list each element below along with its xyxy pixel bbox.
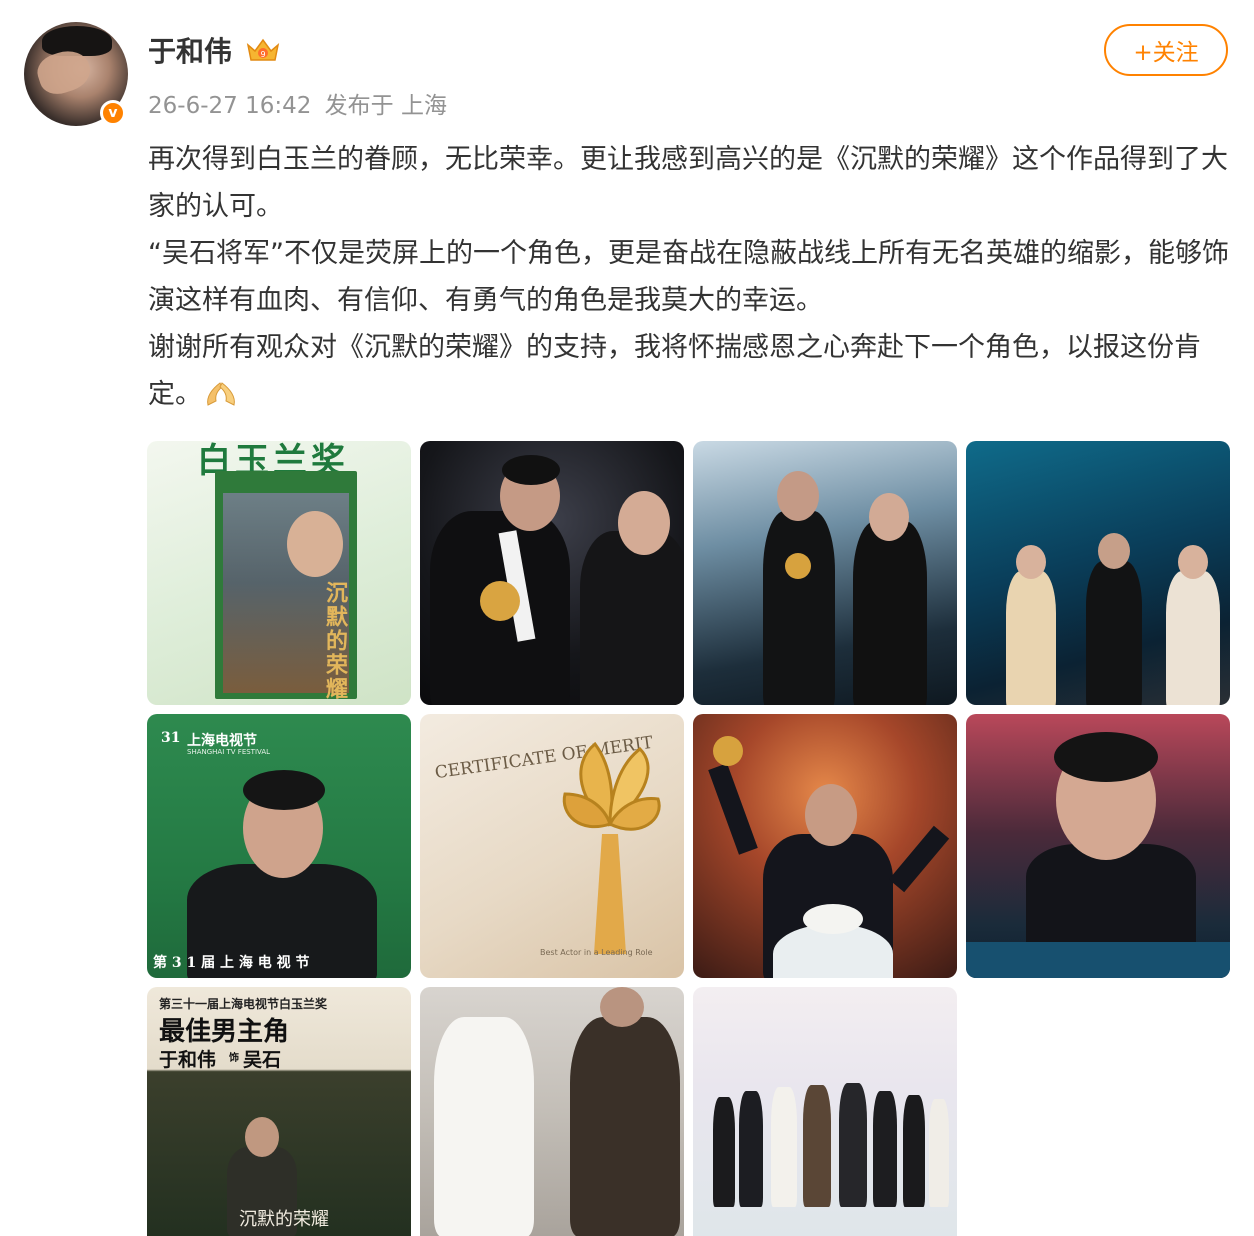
photo-2-woman-head: [618, 491, 670, 555]
photo-7-flowers: [803, 904, 863, 934]
photo-5-festival-en: SHANGHAI TV FESTIVAL: [187, 748, 271, 756]
photo-6-certificate[interactable]: CERTIFICATE OF MERIT Best Actor in a Lea…: [420, 714, 684, 978]
photo-7-trophy: [713, 736, 743, 766]
photo-3-man-head: [777, 471, 819, 521]
photo-3-man: [763, 511, 835, 705]
photo-4-stage-hosts[interactable]: [966, 441, 1230, 705]
photo-11-person-2: [739, 1091, 763, 1207]
photo-5-portrait[interactable]: 31 上海电视节 SHANGHAI TV FESTIVAL 第 3 1 届 上 …: [147, 714, 411, 978]
photo-9-title: 最佳男主角: [159, 1017, 290, 1047]
photo-11-person-7: [903, 1095, 925, 1207]
photo-3-trophy: [785, 553, 811, 579]
photo-5-hair: [243, 770, 325, 810]
photo-4-host-right: [1166, 571, 1220, 705]
photo-2-man-hair: [502, 455, 560, 485]
photo-11-person-4: [803, 1085, 831, 1207]
photo-10-walking[interactable]: [420, 987, 684, 1236]
photo-11-group[interactable]: [693, 987, 957, 1236]
photo-11-person-6: [873, 1091, 897, 1207]
post-meta: 26-6-27 16:42 发布于 上海: [148, 86, 453, 120]
post-paragraph-3-text: 谢谢所有观众对《沉默的荣耀》的支持，我将怀揣感恩之心奔赴下一个角色，以报这份肯定…: [148, 332, 1201, 410]
post-body: 再次得到白玉兰的眷顾，无比荣幸。更让我感到高兴的是《沉默的荣耀》这个作品得到了大…: [148, 136, 1238, 418]
photo-9-role: 吴石: [243, 1049, 282, 1071]
photo-11-person-1: [713, 1097, 735, 1207]
photo-2-woman: [580, 531, 684, 705]
photo-6-award-en: Best Actor in a Leading Role: [540, 948, 653, 957]
photo-9-face: [245, 1117, 279, 1157]
photo-3-woman: [853, 521, 927, 705]
post-paragraph-3: 谢谢所有观众对《沉默的荣耀》的支持，我将怀揣感恩之心奔赴下一个角色，以报这份肯定…: [148, 324, 1238, 418]
photo-7-right-arm: [888, 825, 950, 893]
post-location: 发布于 上海: [324, 93, 447, 119]
praying-hands-emoji-icon: [207, 382, 235, 406]
photo-11-person-5: [839, 1083, 867, 1207]
photo-8-body: [1026, 844, 1196, 954]
photo-1-poster[interactable]: 白玉兰奖 沉默的荣耀: [147, 441, 411, 705]
photo-7-face: [805, 784, 857, 846]
magnolia-trophy-icon: [562, 741, 661, 954]
photo-5-festival-name: 上海电视节: [187, 733, 257, 749]
avatar-hair: [42, 26, 112, 56]
photo-9-subtitle: 第三十一届上海电视节白玉兰奖: [159, 997, 328, 1011]
svg-text:9: 9: [260, 50, 265, 59]
photo-10-woman-white-suit: [434, 1017, 534, 1236]
follow-button[interactable]: +关注: [1104, 24, 1228, 76]
photo-9-drama: 沉默的荣耀: [239, 1209, 329, 1230]
photo-10-man-brown-suit: [570, 1017, 680, 1236]
photo-8-hair: [1054, 732, 1158, 782]
photo-4-host-left: [1006, 571, 1056, 705]
photo-4-man-head: [1098, 533, 1130, 569]
image-grid: 白玉兰奖 沉默的荣耀 31 上海电视节 SHANGHAI TV FESTIVAL: [147, 441, 1231, 1236]
post-paragraph-2: “吴石将军”不仅是荧屏上的一个角色，更是奋战在隐蔽战线上所有无名英雄的缩影，能够…: [148, 238, 1229, 316]
photo-2-stage-hug[interactable]: [420, 441, 684, 705]
author-name[interactable]: 于和伟: [148, 30, 232, 70]
verified-badge-icon: v: [100, 100, 126, 126]
poster-face: [287, 511, 343, 577]
photo-11-person-8: [929, 1099, 949, 1207]
poster-title: 沉默的荣耀: [322, 581, 348, 701]
photo-3-woman-head: [869, 493, 909, 541]
photo-9-name: 于和伟: [159, 1049, 217, 1071]
photo-5-footer: 第 3 1 届 上 海 电 视 节: [153, 955, 310, 971]
photo-9-role-tag: 饰: [229, 1053, 239, 1064]
photo-7-celebration[interactable]: [693, 714, 957, 978]
photo-8-audience[interactable]: [966, 714, 1230, 978]
photo-3-stage[interactable]: [693, 441, 957, 705]
photo-9-award-poster[interactable]: 第三十一届上海电视节白玉兰奖 最佳男主角 于和伟 饰 吴石 沉默的荣耀: [147, 987, 411, 1236]
photo-7-left-arm: [708, 763, 758, 855]
photo-2-trophy: [480, 581, 520, 621]
photo-8-stage-screen: [966, 942, 1230, 978]
photo-5-festival-num: 31: [161, 730, 181, 746]
post-paragraph-1: 再次得到白玉兰的眷顾，无比荣幸。更让我感到高兴的是《沉默的荣耀》这个作品得到了大…: [148, 144, 1228, 222]
photo-4-host-right-head: [1178, 545, 1208, 579]
photo-4-man: [1086, 561, 1142, 705]
post-time: 26-6-27 16:42: [148, 93, 312, 119]
photo-10-man-head: [600, 987, 644, 1027]
photo-11-person-3: [771, 1087, 797, 1207]
vip-crown-icon: 9: [246, 38, 280, 61]
photo-4-host-left-head: [1016, 545, 1046, 579]
